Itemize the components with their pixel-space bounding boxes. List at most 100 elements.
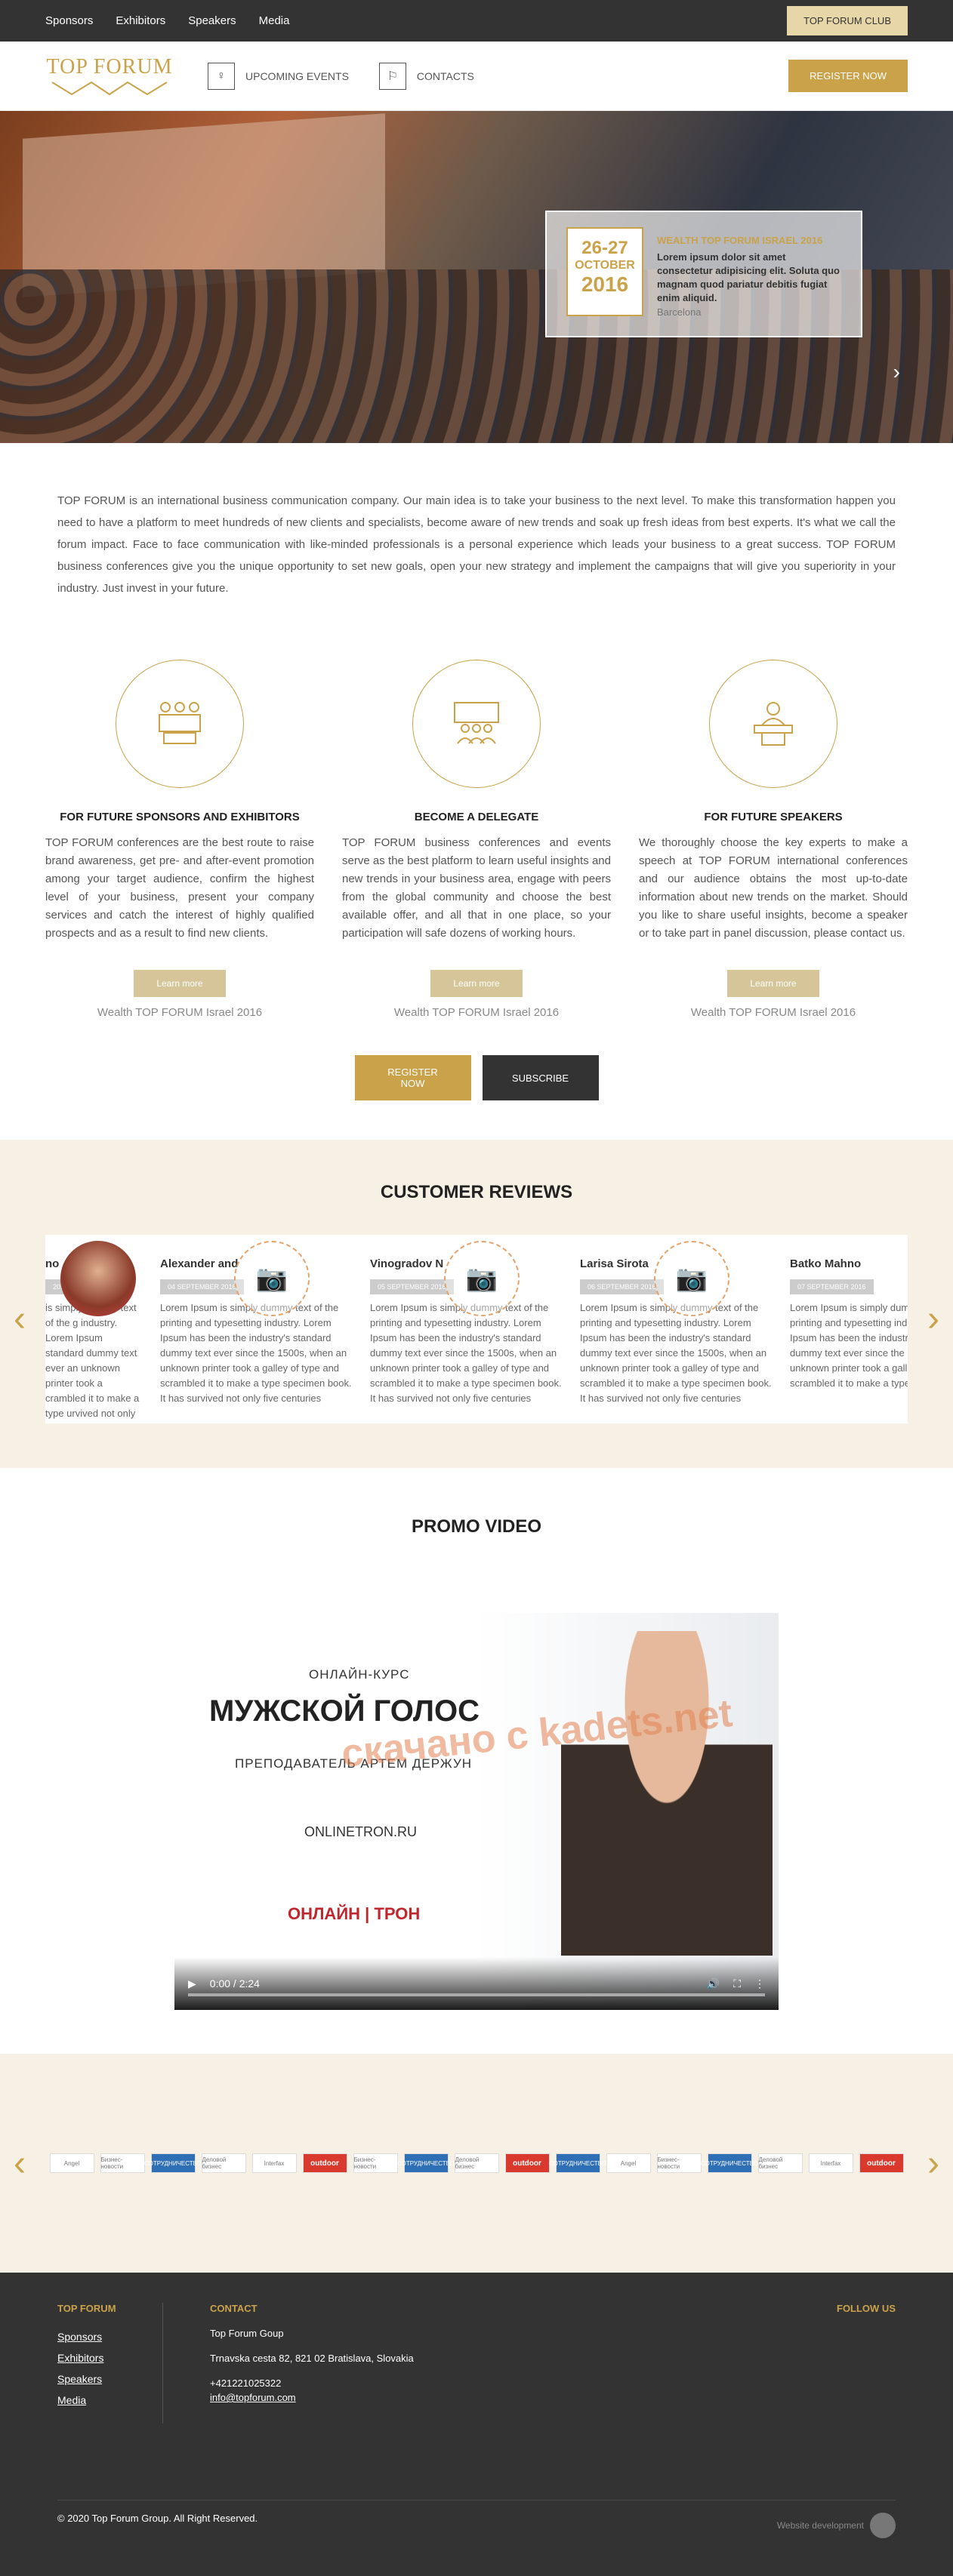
reviewer-name: Batko Mahno — [790, 1257, 862, 1270]
learn-more-button[interactable]: Learn more — [727, 970, 819, 997]
review-text: Lorem Ipsum is simply dummy text of the … — [160, 1302, 352, 1404]
review-text: is simply dummy text of the g industry. … — [45, 1302, 140, 1423]
partner-logo[interactable]: Бизнес-новости — [353, 2153, 398, 2173]
video-presenter-image — [561, 1631, 773, 1956]
partner-logo[interactable]: outdoor — [859, 2153, 904, 2173]
partner-logo[interactable]: СОТРУДНИЧЕСТВО — [144, 2153, 202, 2173]
footer-email[interactable]: info@topforum.com — [210, 2392, 837, 2403]
follow-us-label: FOLLOW US — [837, 2303, 896, 2314]
partner-logo[interactable]: Деловой бизнес — [201, 2153, 246, 2173]
fullscreen-icon[interactable]: ⛶ — [733, 1977, 741, 1990]
speaker-podium-icon — [709, 660, 837, 788]
feature-text: TOP FORUM business conferences and event… — [342, 836, 611, 940]
footer-link-sponsors[interactable]: Sponsors — [57, 2331, 162, 2343]
developer-label: Website development — [776, 2520, 864, 2531]
partner-logo[interactable]: Angel — [49, 2153, 94, 2173]
learn-more-button[interactable]: Learn more — [134, 970, 226, 997]
feature-sponsors: FOR FUTURE SPONSORS AND EXHIBITORS TOP F… — [45, 645, 314, 1019]
partner-logo[interactable]: Бизнес-новости — [656, 2153, 702, 2173]
video-line4: ONLINETRON.RU — [304, 1824, 418, 1839]
review-text: Lorem Ipsum is simply dummy text of the … — [580, 1302, 772, 1404]
partner-logo[interactable]: СОТРУДНИЧЕСТВО — [701, 2153, 758, 2173]
reviews-title: CUSTOMER REVIEWS — [380, 1182, 573, 1202]
review-date: 05 SEPTEMBER 2016 — [370, 1279, 454, 1294]
camera-placeholder-icon: 📷 — [654, 1241, 729, 1316]
footer-phone[interactable]: +421221025322 — [210, 2377, 837, 2389]
footer-link-speakers[interactable]: Speakers — [57, 2373, 162, 2385]
nav-contacts-label: CONTACTS — [416, 69, 474, 82]
partner-logo[interactable]: СОТРУДНИЧЕСТВО — [397, 2153, 455, 2173]
footer-link-exhibitors[interactable]: Exhibitors — [57, 2352, 162, 2364]
cta-buttons: REGISTER NOW SUBSCRIBE — [0, 1019, 953, 1140]
partner-logo[interactable]: Деловой бизнес — [757, 2153, 803, 2173]
feature-event-link[interactable]: Wealth TOP FORUM Israel 2016 — [45, 1006, 314, 1019]
register-now-cta-button[interactable]: REGISTER NOW — [354, 1055, 471, 1100]
partners-next-arrow-icon[interactable]: › — [927, 2143, 939, 2184]
partner-logo[interactable]: Interfax — [808, 2153, 853, 2173]
top-nav-sponsors[interactable]: Sponsors — [45, 14, 93, 27]
partner-logo[interactable]: outdoor — [504, 2153, 550, 2173]
feature-title: BECOME A DELEGATE — [414, 811, 539, 823]
reviews-next-arrow-icon[interactable]: › — [927, 1298, 939, 1340]
review-text: Lorem Ipsum is simply dummy text of the … — [790, 1302, 908, 1389]
feature-event-link[interactable]: Wealth TOP FORUM Israel 2016 — [342, 1006, 611, 1019]
more-options-icon[interactable]: ⋮ — [754, 1977, 765, 1990]
review-card: Larisa Sirota 06 SEPTEMBER 2016 Lorem Ip… — [571, 1235, 781, 1423]
top-forum-club-button[interactable]: TOP FORUM CLUB — [787, 6, 908, 35]
hero-next-arrow-icon[interactable]: › — [893, 360, 900, 384]
video-controls: ▶ 0:00 / 2:24 🔊 ⛶ ⋮ — [174, 1957, 779, 2010]
volume-icon[interactable]: 🔊 — [707, 1977, 720, 1990]
reviews-carousel[interactable]: no 2016 is simply dummy text of the g in… — [45, 1235, 908, 1423]
event-card[interactable]: 26-27 OCTOBER 2016 WEALTH TOP FORUM ISRA… — [545, 211, 862, 337]
feature-text: TOP FORUM conferences are the best route… — [45, 836, 314, 940]
partner-logos: Angel Бизнес-новости СОТРУДНИЧЕСТВО Дело… — [49, 2153, 904, 2173]
camera-placeholder-icon: 📷 — [444, 1241, 520, 1316]
reviewer-photo — [60, 1241, 136, 1316]
logo-text: TOP FORUM — [46, 54, 173, 78]
features: FOR FUTURE SPONSORS AND EXHIBITORS TOP F… — [0, 629, 953, 1019]
footer-brand-title: TOP FORUM — [57, 2303, 116, 2314]
feature-event-link[interactable]: Wealth TOP FORUM Israel 2016 — [639, 1006, 908, 1019]
top-nav-speakers[interactable]: Speakers — [188, 14, 236, 27]
event-title[interactable]: WEALTH TOP FORUM ISRAEL 2016 — [657, 235, 841, 246]
footer-link-media[interactable]: Media — [57, 2394, 162, 2406]
top-nav-exhibitors[interactable]: Exhibitors — [116, 14, 165, 27]
partners-section: ‹ Angel Бизнес-новости СОТРУДНИЧЕСТВО Де… — [0, 2054, 953, 2273]
customer-reviews-section: CUSTOMER REVIEWS no 2016 is simply dummy… — [0, 1140, 953, 1468]
reviews-prev-arrow-icon[interactable]: ‹ — [14, 1298, 26, 1340]
promo-video-section: PROMO VIDEO ОНЛАЙН-КУРС МУЖСКОЙ ГОЛОС ПР… — [0, 1468, 953, 2054]
partner-logo[interactable]: Interfax — [251, 2153, 297, 2173]
partner-logo[interactable]: Деловой бизнес — [454, 2153, 499, 2173]
video-progress-bar[interactable] — [188, 1993, 765, 1996]
partner-logo[interactable]: Angel — [606, 2153, 651, 2173]
header: TOP FORUM ♀ UPCOMING EVENTS ⚐ CONTACTS R… — [0, 42, 953, 111]
footer-contact: CONTACT Top Forum Goup Trnavska cesta 82… — [210, 2303, 837, 2424]
partner-logo[interactable]: outdoor — [302, 2153, 347, 2173]
partner-logo[interactable]: СОТРУДНИЧЕСТВО — [549, 2153, 606, 2173]
review-card: Alexander and 04 SEPTEMBER 2016 Lorem Ip… — [151, 1235, 361, 1423]
people-banner-icon — [116, 660, 244, 788]
play-icon[interactable]: ▶ — [188, 1977, 196, 1990]
nav-upcoming-events[interactable]: ♀ UPCOMING EVENTS — [208, 62, 349, 90]
learn-more-button[interactable]: Learn more — [430, 970, 523, 997]
footer-links: TOP FORUM Sponsors Exhibitors Speakers M… — [57, 2303, 163, 2424]
review-date: 04 SEPTEMBER 2016 — [160, 1279, 244, 1294]
video-brand: ОНЛАЙН | ТРОН — [288, 1904, 421, 1923]
feature-title: FOR FUTURE SPEAKERS — [704, 811, 843, 823]
nav-contacts[interactable]: ⚐ CONTACTS — [378, 62, 474, 90]
header-nav: ♀ UPCOMING EVENTS ⚐ CONTACTS — [208, 62, 788, 90]
logo[interactable]: TOP FORUM — [45, 50, 174, 103]
developer-credit[interactable]: Website development — [777, 2513, 896, 2538]
top-nav-media[interactable]: Media — [259, 14, 290, 27]
video-time: 0:00 / 2:24 — [209, 1977, 260, 1990]
register-now-button[interactable]: REGISTER NOW — [788, 60, 908, 92]
partners-prev-arrow-icon[interactable]: ‹ — [14, 2143, 26, 2184]
partner-logo[interactable]: Бизнес-новости — [100, 2153, 145, 2173]
subscribe-button[interactable]: SUBSCRIBE — [482, 1055, 599, 1100]
footer: TOP FORUM Sponsors Exhibitors Speakers M… — [0, 2273, 953, 2576]
event-location: Barcelona — [657, 306, 702, 318]
video-player[interactable]: ОНЛАЙН-КУРС МУЖСКОЙ ГОЛОС ПРЕПОДАВАТЕЛЬ … — [174, 1613, 779, 2010]
nav-upcoming-events-label: UPCOMING EVENTS — [245, 69, 349, 82]
review-card: no 2016 is simply dummy text of the g in… — [45, 1235, 151, 1423]
flag-icon: ⚐ — [378, 62, 406, 90]
